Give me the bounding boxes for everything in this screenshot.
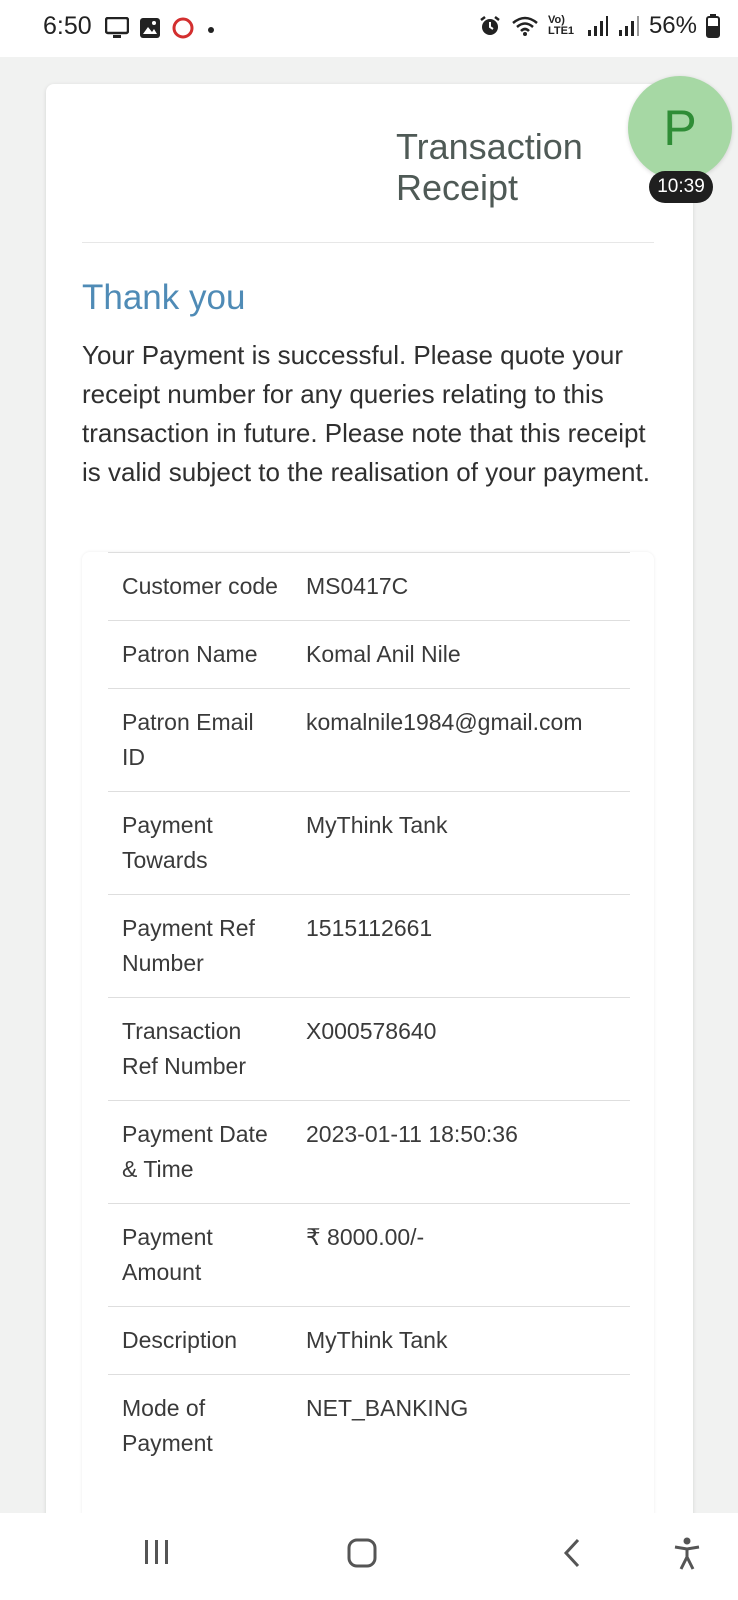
row-value: komalnile1984@gmail.com	[294, 688, 630, 792]
row-value: 2023-01-11 18:50:36	[294, 1100, 630, 1204]
row-label: Transaction Ref Number	[108, 997, 294, 1101]
network-label: Vo) LTE1	[547, 14, 575, 37]
table-row: Payment Ref Number 1515112661	[108, 894, 630, 998]
table-row: Payment Date & Time 2023-01-11 18:50:36	[108, 1100, 630, 1204]
row-label: Mode of Payment	[108, 1374, 294, 1477]
notification-icons	[105, 16, 217, 40]
navigation-bar	[0, 1513, 738, 1600]
row-value: MyThink Tank	[294, 791, 630, 895]
system-icons: Vo) LTE1 56%	[478, 12, 720, 40]
battery-percent: 56%	[648, 12, 697, 39]
signal-icon	[587, 16, 608, 36]
home-icon	[347, 1538, 377, 1568]
row-label: Patron Email ID	[108, 688, 294, 792]
table-row: Customer code MS0417C	[108, 552, 630, 621]
row-label: Payment Ref Number	[108, 894, 294, 998]
table-row: Transaction Ref Number X000578640	[108, 997, 630, 1101]
row-value: MS0417C	[294, 552, 630, 621]
table-row: Payment Amount ₹ 8000.00/-	[108, 1203, 630, 1307]
recent-apps-icon	[145, 1540, 168, 1564]
thank-you-heading: Thank you	[82, 278, 246, 317]
alarm-icon	[480, 16, 500, 35]
table-row: Payment Towards MyThink Tank	[108, 791, 630, 895]
dot-icon	[208, 27, 214, 33]
row-value: ₹ 8000.00/-	[294, 1203, 630, 1307]
success-message: Your Payment is successful. Please quote…	[82, 340, 650, 487]
row-label: Patron Name	[108, 620, 294, 689]
row-value: MyThink Tank	[294, 1306, 630, 1375]
screen-icon	[105, 17, 129, 38]
status-bar: 6:50 Vo) LTE1 56%	[0, 0, 738, 57]
divider	[82, 242, 654, 243]
row-value: X000578640	[294, 997, 630, 1101]
table-row: Description MyThink Tank	[108, 1306, 630, 1375]
avatar-bubble[interactable]: P	[628, 76, 732, 180]
back-icon	[563, 1538, 580, 1568]
timer-badge: 10:39	[649, 171, 713, 203]
back-button[interactable]	[560, 1537, 584, 1574]
recent-apps-button[interactable]	[142, 1537, 172, 1572]
status-time: 6:50	[43, 12, 92, 40]
table-row: Patron Name Komal Anil Nile	[108, 620, 630, 689]
row-value: 1515112661	[294, 894, 630, 998]
wifi-icon	[512, 16, 538, 36]
battery-icon	[706, 14, 720, 38]
page-title: Transaction Receipt	[396, 126, 583, 208]
receipt-details: Customer code MS0417C Patron Name Komal …	[82, 552, 654, 1524]
record-icon	[172, 17, 194, 39]
row-label: Customer code	[108, 552, 294, 621]
accessibility-icon	[674, 1537, 700, 1570]
home-button[interactable]	[346, 1537, 378, 1574]
row-value: NET_BANKING	[294, 1374, 630, 1477]
row-label: Payment Amount	[108, 1203, 294, 1307]
image-icon	[140, 18, 160, 38]
receipt-card: Transaction Receipt Thank you Your Payme…	[46, 84, 693, 1524]
row-label: Payment Towards	[108, 791, 294, 895]
row-value: Komal Anil Nile	[294, 620, 630, 689]
accessibility-button[interactable]	[672, 1537, 702, 1576]
row-label: Payment Date & Time	[108, 1100, 294, 1204]
signal-icon-2	[618, 16, 639, 36]
table-row: Mode of Payment NET_BANKING	[108, 1374, 630, 1477]
receipt-table: Customer code MS0417C Patron Name Komal …	[108, 552, 630, 1477]
row-label: Description	[108, 1306, 294, 1375]
table-row: Patron Email ID komalnile1984@gmail.com	[108, 688, 630, 792]
